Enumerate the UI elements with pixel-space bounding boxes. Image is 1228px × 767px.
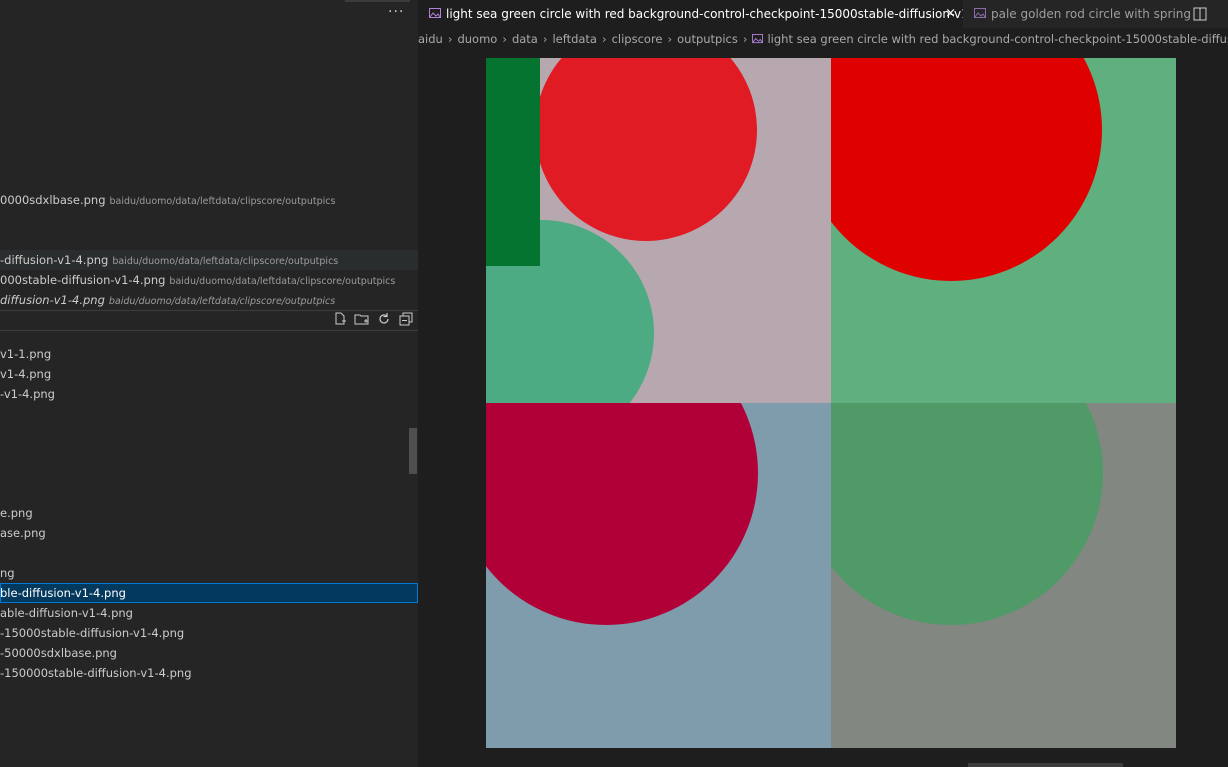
search-result-item[interactable]: 0000sdxlbase.png baidu/duomo/data/leftdat… — [0, 190, 418, 210]
horizontal-scrollbar-thumb[interactable] — [968, 763, 1123, 767]
file-name: -v1-4.png — [0, 387, 55, 401]
breadcrumb-item[interactable]: clipscore — [612, 32, 663, 46]
search-result-item[interactable]: diffusion-v1-4.png baidu/duomo/data/leftd… — [0, 290, 418, 310]
quadrant-artwork — [486, 58, 757, 403]
file-tree-item[interactable]: v1-4.png — [0, 364, 418, 384]
file-tree-item[interactable]: ng — [0, 563, 418, 583]
image-quadrant-bottom-left — [486, 403, 831, 748]
close-icon[interactable]: × — [945, 0, 956, 28]
image-file-icon — [974, 1, 986, 29]
search-result-name: 0000sdxlbase.png — [0, 193, 106, 207]
image-quadrant-top-right — [831, 58, 1176, 403]
quadrant-artwork — [486, 403, 758, 625]
search-result-item[interactable]: 000stable-diffusion-v1-4.png baidu/duomo/… — [0, 270, 418, 290]
refresh-icon[interactable] — [376, 311, 392, 327]
tab-inactive-image[interactable]: pale golden rod circle with spring green — [963, 0, 1193, 28]
red-circle — [831, 58, 1102, 281]
breadcrumb-item[interactable]: light sea green circle with red backgrou… — [767, 32, 1228, 46]
image-file-icon — [429, 1, 441, 29]
editor-tab-bar: light sea green circle with red backgrou… — [418, 0, 1228, 28]
more-actions-icon[interactable]: ··· — [388, 4, 404, 20]
tab-active-image[interactable]: light sea green circle with red backgrou… — [418, 0, 963, 28]
breadcrumb-item[interactable]: leftdata — [552, 32, 597, 46]
quadrant-artwork — [831, 58, 1102, 281]
file-name: -150000stable-diffusion-v1-4.png — [0, 666, 192, 680]
tab-label: light sea green circle with red backgrou… — [446, 7, 963, 21]
file-name: -15000stable-diffusion-v1-4.png — [0, 626, 185, 640]
search-result-item[interactable]: -diffusion-v1-4.png baidu/duomo/data/left… — [0, 250, 418, 270]
file-name: v1-4.png — [0, 367, 52, 381]
breadcrumb-item[interactable]: duomo — [457, 32, 497, 46]
search-result-name: 000stable-diffusion-v1-4.png — [0, 273, 166, 287]
breadcrumb: aidu › duomo › data › leftdata › clipscore › outpu… — [418, 28, 1228, 50]
tab-label: pale golden rod circle with spring green — [991, 7, 1193, 21]
breadcrumb-item[interactable]: outputpics — [677, 32, 738, 46]
file-tree-item[interactable]: -150000stable-diffusion-v1-4.png — [0, 663, 418, 683]
file-name: ase.png — [0, 526, 46, 540]
file-name: -50000sdxlbase.png — [0, 646, 117, 660]
vertical-scrollbar-thumb[interactable] — [409, 428, 417, 474]
file-tree-item[interactable]: e.png — [0, 503, 418, 523]
search-result-path: baidu/duomo/data/leftdata/clipscore/outp… — [108, 296, 336, 307]
breadcrumb-item[interactable]: data — [512, 32, 538, 46]
file-tree-item[interactable]: -50000sdxlbase.png — [0, 643, 418, 663]
image-quadrant-top-left — [486, 58, 831, 403]
crimson-circle — [486, 403, 758, 625]
search-result-name: diffusion-v1-4.png — [0, 293, 105, 307]
search-result-path: baidu/duomo/data/leftdata/clipscore/outp… — [112, 256, 339, 267]
new-file-icon[interactable] — [332, 311, 348, 327]
section-divider — [0, 330, 418, 331]
panel-header-divider — [345, 0, 410, 2]
file-tree-item-selected[interactable]: ble-diffusion-v1-4.png — [0, 583, 418, 603]
breadcrumb-item[interactable]: aidu — [418, 32, 443, 46]
red-circle — [535, 58, 757, 241]
search-result-path: baidu/duomo/data/leftdata/clipscore/outp… — [109, 196, 336, 207]
file-tree-item[interactable]: able-diffusion-v1-4.png — [0, 603, 418, 623]
quadrant-artwork — [831, 403, 1103, 625]
split-editor-icon[interactable] — [1193, 6, 1207, 21]
file-name: ble-diffusion-v1-4.png — [0, 586, 126, 600]
search-result-name: -diffusion-v1-4.png — [0, 253, 109, 267]
panel-header — [0, 0, 418, 30]
green-circle — [831, 403, 1103, 625]
file-name: ng — [0, 566, 15, 580]
image-quadrant-bottom-right — [831, 403, 1176, 748]
file-name: able-diffusion-v1-4.png — [0, 606, 133, 620]
file-tree-item[interactable]: v1-1.png — [0, 344, 418, 364]
image-file-icon — [752, 29, 764, 51]
green-stripe — [486, 58, 540, 266]
file-tree-item[interactable]: -v1-4.png — [0, 384, 418, 404]
image-preview — [486, 58, 1177, 748]
file-tree-item[interactable]: -15000stable-diffusion-v1-4.png — [0, 623, 418, 643]
collapse-all-icon[interactable] — [398, 311, 414, 327]
explorer-toolbar — [332, 311, 414, 329]
search-result-path: baidu/duomo/data/leftdata/clipscore/outp… — [169, 276, 396, 287]
explorer-panel: ··· 0000sdxlbase.png baidu/duomo/data/lef… — [0, 0, 418, 767]
file-tree-item[interactable]: ase.png — [0, 523, 418, 543]
new-folder-icon[interactable] — [354, 311, 370, 327]
file-name: e.png — [0, 506, 33, 520]
file-name: v1-1.png — [0, 347, 52, 361]
